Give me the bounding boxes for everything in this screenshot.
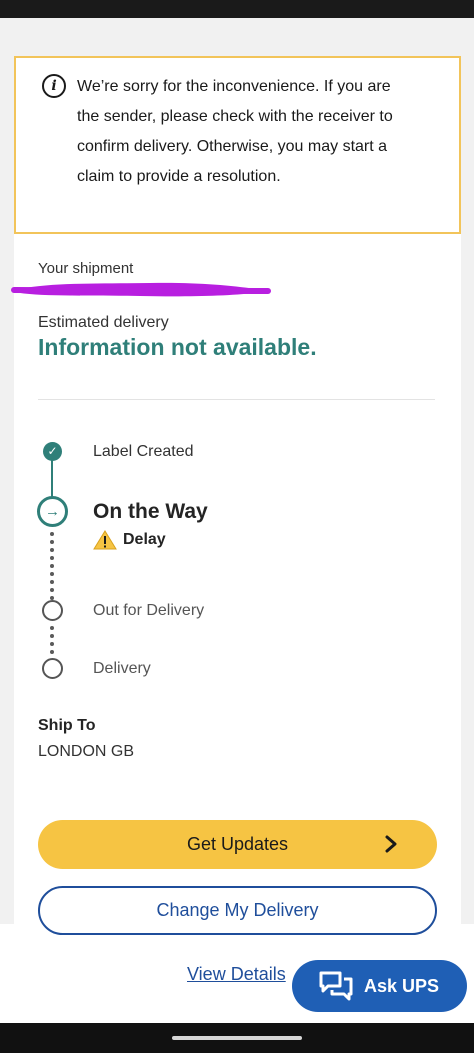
checkmark-icon: ✓ [43, 442, 62, 461]
status-bar [0, 0, 474, 18]
timeline-step-out-for-delivery: Out for Delivery [93, 602, 205, 619]
chevron-right-icon [385, 835, 397, 853]
change-my-delivery-button[interactable]: Change My Delivery [38, 886, 437, 935]
estimated-delivery-value: Information not available. [38, 334, 317, 360]
info-icon: i [42, 74, 66, 98]
timeline-dotted-line [50, 624, 54, 660]
delivery-alert: i We’re sorry for the inconvenience. If … [14, 56, 461, 234]
timeline-step-delivery: Delivery [93, 660, 151, 677]
home-indicator[interactable] [172, 1036, 302, 1040]
pending-step-icon [42, 658, 63, 679]
shipment-label: Your shipment [38, 260, 134, 277]
view-details-link[interactable]: View Details [187, 964, 286, 985]
timeline-step-on-the-way: On the Way [93, 500, 208, 523]
estimated-delivery-label: Estimated delivery [38, 314, 169, 331]
delay-label: Delay [123, 531, 166, 548]
ship-to-value: LONDON GB [38, 743, 135, 760]
timeline-dotted-line [50, 530, 54, 602]
timeline-step-label-created: Label Created [93, 443, 194, 460]
delay-status: Delay [93, 530, 166, 550]
get-updates-label: Get Updates [186, 834, 289, 854]
pending-step-icon [42, 600, 63, 621]
get-updates-button[interactable]: Get Updates [38, 820, 437, 869]
ask-ups-label: Ask UPS [364, 975, 440, 996]
divider [38, 399, 435, 400]
redaction-mark [11, 282, 271, 297]
chat-icon [319, 971, 353, 1001]
change-my-delivery-label: Change My Delivery [156, 900, 319, 920]
warning-icon [93, 530, 117, 550]
arrow-right-icon: → [37, 496, 68, 527]
alert-message: We’re sorry for the inconvenience. If yo… [77, 78, 393, 185]
ship-to-label: Ship To [38, 717, 96, 734]
ask-ups-button[interactable]: Ask UPS [292, 960, 467, 1012]
timeline-progress-line [51, 460, 53, 498]
